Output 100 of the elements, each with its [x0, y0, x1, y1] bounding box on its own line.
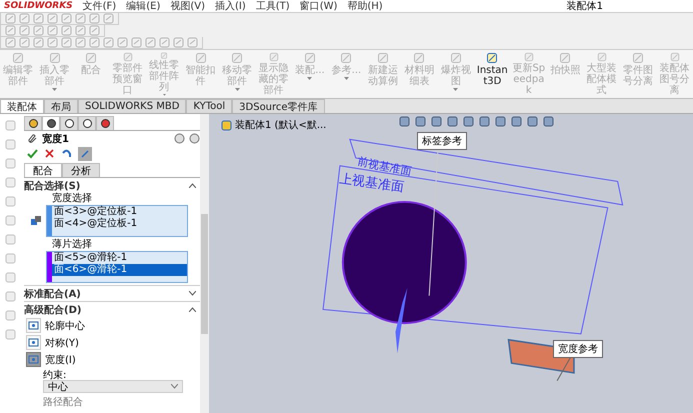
tool-icon[interactable]: [117, 37, 128, 48]
selection-list[interactable]: 面<5>@滑轮-1 面<6>@滑轮-1: [46, 251, 188, 283]
undo-icon[interactable]: [61, 148, 72, 159]
panel-tab[interactable]: [60, 116, 78, 130]
chevron-icon[interactable]: [189, 307, 196, 312]
list-item[interactable]: 面<4>@定位板-1: [52, 218, 187, 230]
chevron-icon[interactable]: [189, 291, 196, 296]
tool-icon[interactable]: [4, 215, 16, 226]
tree-item[interactable]: 装配体1 (默认<默...: [221, 118, 326, 132]
tool-icon[interactable]: [19, 25, 30, 36]
close-icon[interactable]: [44, 148, 55, 159]
tool-icon[interactable]: [19, 37, 30, 48]
tab[interactable]: 3DSource零件库: [232, 99, 325, 113]
chevron-icon[interactable]: [189, 183, 196, 188]
tool-icon[interactable]: [47, 13, 58, 24]
tool-icon[interactable]: [5, 25, 16, 36]
tool-icon: [122, 52, 134, 62]
section-header[interactable]: 标准配合(A): [24, 286, 81, 300]
tool-icon[interactable]: [75, 25, 86, 36]
tab[interactable]: 分析: [62, 163, 100, 177]
tool-icon[interactable]: [4, 196, 16, 207]
tool-icon[interactable]: [5, 13, 16, 24]
tab[interactable]: 布局: [44, 99, 78, 113]
tool-icon[interactable]: [5, 37, 16, 48]
view-tool-icon[interactable]: [543, 116, 554, 127]
menu-item[interactable]: 视图(V): [170, 0, 205, 12]
section-header[interactable]: 配合选择(S): [24, 178, 80, 192]
tool-icon[interactable]: [4, 310, 16, 321]
tool-icon[interactable]: [75, 37, 86, 48]
tool-icon[interactable]: [145, 37, 156, 48]
mate-type-icon: [28, 354, 39, 365]
tool-icon[interactable]: [131, 37, 142, 48]
panel-tab[interactable]: [42, 116, 60, 130]
view-tool-icon[interactable]: [495, 116, 506, 127]
help-icon[interactable]: [189, 133, 200, 144]
command-button[interactable]: Instant3D: [474, 50, 511, 98]
menu-item[interactable]: 插入(I): [215, 0, 246, 12]
tool-icon: [668, 52, 681, 62]
view-tool-icon[interactable]: [527, 116, 538, 127]
view-tool-icon[interactable]: [415, 116, 426, 127]
tool-icon[interactable]: [19, 13, 30, 24]
menu-item[interactable]: 工具(T): [256, 0, 290, 12]
view-tool-icon[interactable]: [479, 116, 490, 127]
mate-type-button[interactable]: [26, 318, 41, 333]
menu-item[interactable]: 帮助(H): [347, 0, 383, 12]
view-tool-icon[interactable]: [463, 116, 474, 127]
tool-icon[interactable]: [103, 13, 114, 24]
tool-icon[interactable]: [61, 13, 72, 24]
panel-icon: [46, 118, 56, 129]
tool-icon[interactable]: [4, 272, 16, 283]
tab[interactable]: 配合: [24, 163, 62, 177]
tool-icon: [12, 52, 24, 64]
tool-icon[interactable]: [89, 25, 100, 36]
tool-icon[interactable]: [4, 158, 16, 169]
callout: 标签参考: [417, 132, 467, 150]
help-icon[interactable]: [174, 133, 185, 144]
checkmark-icon[interactable]: [27, 148, 38, 159]
section-header[interactable]: 高级配合(D): [24, 302, 82, 316]
menu-item[interactable]: 文件(F): [82, 0, 116, 12]
view-tool-icon[interactable]: [447, 116, 458, 127]
menu-item[interactable]: 窗口(W): [300, 0, 338, 12]
tool-icon[interactable]: [4, 177, 16, 188]
tool-icon[interactable]: [103, 37, 114, 48]
tool-icon[interactable]: [47, 25, 58, 36]
view-tool-icon[interactable]: [431, 116, 442, 127]
tool-icon[interactable]: [75, 13, 86, 24]
list-item[interactable]: 面<6>@滑轮-1: [52, 264, 187, 276]
view-tool-icon[interactable]: [511, 116, 522, 127]
panel-tab[interactable]: [96, 116, 114, 130]
tool-icon[interactable]: [173, 37, 184, 48]
tool-icon[interactable]: [47, 37, 58, 48]
tool-icon[interactable]: [4, 329, 16, 340]
tab[interactable]: 装配体: [0, 99, 44, 113]
tool-icon[interactable]: [4, 291, 16, 302]
tool-icon[interactable]: [33, 13, 44, 24]
tool-icon[interactable]: [4, 120, 16, 131]
panel-tab[interactable]: [24, 116, 42, 130]
view-tool-icon[interactable]: [399, 116, 410, 127]
tab[interactable]: KYTool: [186, 99, 232, 113]
tool-icon[interactable]: [89, 37, 100, 48]
constraint-dropdown[interactable]: 中心: [43, 380, 183, 393]
tool-icon[interactable]: [187, 37, 198, 48]
tool-icon[interactable]: [89, 13, 100, 24]
selection-list[interactable]: 面<3>@定位板-1 面<4>@定位板-1: [46, 205, 188, 237]
tool-icon[interactable]: [159, 37, 170, 48]
list-item[interactable]: 面<3>@定位板-1: [52, 206, 187, 218]
list-item[interactable]: 面<5>@滑轮-1: [52, 252, 187, 264]
tool-icon[interactable]: [4, 139, 16, 150]
pin-icon[interactable]: [78, 146, 92, 160]
tool-icon[interactable]: [4, 234, 16, 245]
tool-icon[interactable]: [4, 253, 16, 264]
tool-icon[interactable]: [33, 25, 44, 36]
tab[interactable]: SOLIDWORKS MBD: [78, 99, 186, 113]
mate-type-button[interactable]: [26, 335, 41, 350]
tool-icon[interactable]: [61, 25, 72, 36]
tool-icon[interactable]: [61, 37, 72, 48]
tool-icon[interactable]: [33, 37, 44, 48]
panel-tab[interactable]: [78, 116, 96, 130]
scroll-thumb[interactable]: [201, 214, 208, 334]
menu-item[interactable]: 编辑(E): [126, 0, 160, 12]
